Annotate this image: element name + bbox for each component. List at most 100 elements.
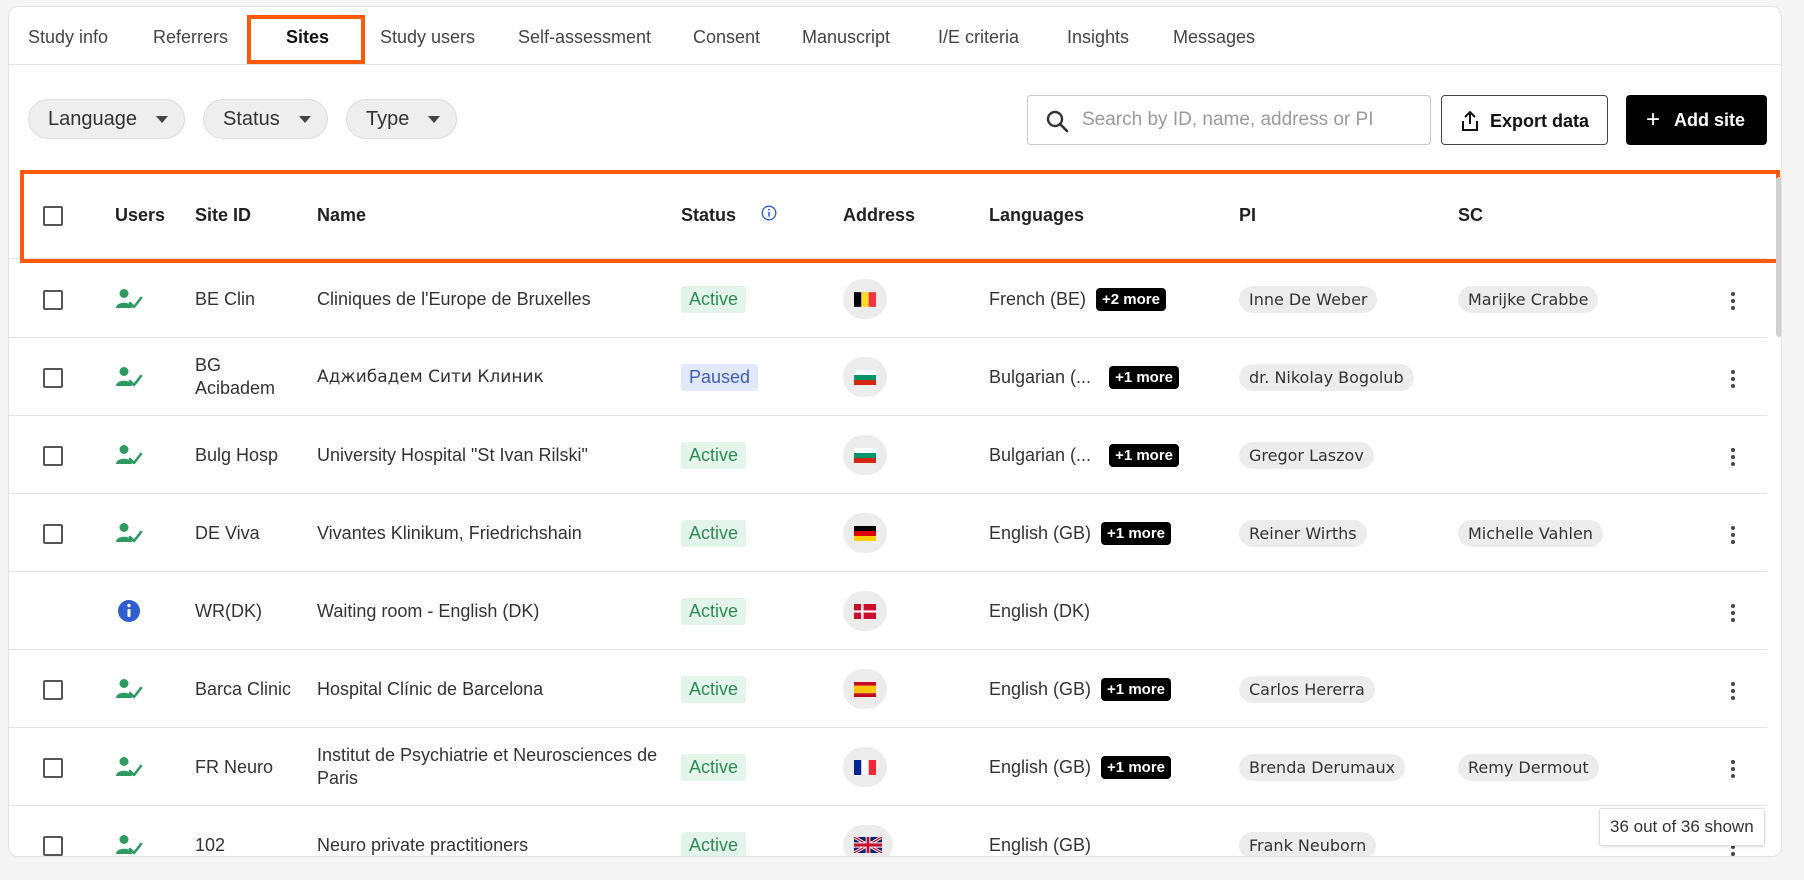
address-flag[interactable] — [843, 513, 887, 553]
pi-chip[interactable]: Brenda Derumaux — [1239, 753, 1406, 781]
sites-tab-highlight-box — [247, 15, 365, 64]
tab-messages[interactable]: Messages — [1173, 7, 1255, 65]
sc-chip[interactable]: Marijke Crabbe — [1458, 285, 1599, 313]
address-flag[interactable] — [843, 825, 893, 856]
sc-chip[interactable]: Michelle Vahlen — [1458, 519, 1603, 547]
user-check-icon — [116, 679, 143, 699]
address-flag[interactable] — [843, 747, 887, 787]
row-menu-icon[interactable] — [1723, 758, 1743, 778]
flag-bg-icon — [854, 447, 876, 463]
pi-chip[interactable]: Gregor Laszov — [1239, 441, 1374, 469]
site-id: 102 — [195, 834, 226, 855]
row-checkbox[interactable] — [43, 446, 63, 466]
language-filter[interactable]: Language — [28, 99, 185, 139]
address-flag[interactable] — [843, 591, 887, 631]
pi-chip[interactable]: dr. Nikolay Bogolub — [1239, 363, 1414, 391]
user-check-icon — [116, 757, 143, 777]
site-name: Waiting room - English (DK) — [317, 600, 540, 621]
language-label: English (DK) — [989, 600, 1091, 621]
table-row[interactable]: Bulg Hosp University Hospital "St Ivan R… — [9, 416, 1767, 494]
row-menu-icon[interactable] — [1723, 290, 1743, 310]
site-name: Institut de Psychiatrie et Neurosciences… — [317, 745, 658, 788]
table-header-highlight-box — [20, 170, 1780, 263]
flag-gb-icon — [854, 837, 882, 853]
row-menu-icon[interactable] — [1723, 368, 1743, 388]
status-badge: Active — [681, 831, 747, 856]
row-checkbox[interactable] — [43, 836, 63, 856]
tab-consent[interactable]: Consent — [693, 7, 760, 65]
site-name: Hospital Clínic de Barcelona — [317, 678, 544, 699]
more-languages-badge[interactable]: +2 more — [1096, 287, 1166, 311]
tab-referrers[interactable]: Referrers — [153, 7, 228, 65]
search-icon — [1046, 110, 1069, 133]
language-label: English (GB) — [989, 756, 1092, 777]
tab-insights[interactable]: Insights — [1067, 7, 1129, 65]
pi-chip[interactable]: Inne De Weber — [1239, 285, 1378, 313]
table-scrollbar[interactable] — [1776, 177, 1781, 337]
site-id: BE Clin — [195, 288, 256, 309]
address-flag[interactable] — [843, 435, 887, 475]
address-flag[interactable] — [843, 279, 887, 319]
flag-bg-icon — [854, 369, 876, 385]
info-icon[interactable] — [117, 599, 141, 623]
table-row[interactable]: WR(DK) Waiting room - English (DK) Activ… — [9, 572, 1767, 650]
tab-study-users[interactable]: Study users — [380, 7, 475, 65]
more-languages-badge[interactable]: +1 more — [1109, 365, 1180, 389]
tab-ie-criteria[interactable]: I/E criteria — [938, 7, 1019, 65]
export-data-label: Export data — [1490, 111, 1590, 131]
address-flag[interactable] — [843, 357, 887, 397]
table-row[interactable]: DE Viva Vivantes Klinikum, Friedrichshai… — [9, 494, 1767, 572]
language-label: English (GB) — [989, 834, 1092, 855]
type-filter[interactable]: Type — [346, 99, 457, 139]
status-badge: Paused — [681, 363, 759, 391]
site-id: Barca Clinic — [195, 678, 292, 699]
more-languages-badge[interactable]: +1 more — [1101, 677, 1171, 701]
user-check-icon — [116, 289, 143, 309]
row-checkbox[interactable] — [43, 524, 63, 544]
flag-es-icon — [854, 681, 876, 697]
tab-study-info[interactable]: Study info — [28, 7, 108, 65]
more-languages-badge[interactable]: +1 more — [1109, 443, 1180, 467]
add-site-label: Add site — [1674, 110, 1746, 130]
search-box[interactable] — [1027, 95, 1431, 145]
row-checkbox[interactable] — [43, 368, 63, 388]
address-flag[interactable] — [843, 669, 887, 709]
table-row[interactable]: Barca Clinic Hospital Clínic de Barcelon… — [9, 650, 1767, 728]
row-menu-icon[interactable] — [1723, 680, 1743, 700]
pi-chip[interactable]: Frank Neuborn — [1239, 831, 1377, 856]
language-label: Bulgarian (... — [989, 444, 1092, 465]
row-menu-icon[interactable] — [1723, 602, 1743, 622]
site-id: Bulg Hosp — [195, 444, 279, 465]
row-menu-icon[interactable] — [1723, 446, 1743, 466]
user-check-icon — [116, 835, 143, 855]
row-menu-icon[interactable] — [1723, 524, 1743, 544]
plus-icon: + — [1646, 106, 1661, 133]
table-row[interactable]: BE Clin Cliniques de l'Europe de Bruxell… — [9, 260, 1767, 338]
site-name: Vivantes Klinikum, Friedrichshain — [317, 522, 582, 543]
tab-manuscript[interactable]: Manuscript — [802, 7, 890, 65]
flag-de-icon — [854, 525, 876, 541]
table-row[interactable]: 102 Neuro private practitioners Active E… — [9, 806, 1767, 856]
site-name: University Hospital "St Ivan Rilski" — [317, 444, 588, 465]
table-row[interactable]: BG Acibadem Аджибадем Сити Клиник Paused… — [9, 338, 1767, 416]
row-checkbox[interactable] — [43, 680, 63, 700]
sc-chip[interactable]: Remy Dermout — [1458, 753, 1599, 781]
status-filter[interactable]: Status — [203, 99, 328, 139]
pi-chip[interactable]: Reiner Wirths — [1239, 519, 1367, 547]
search-input[interactable] — [1082, 104, 1412, 136]
row-checkbox[interactable] — [43, 290, 63, 310]
more-languages-badge[interactable]: +1 more — [1101, 521, 1171, 545]
add-site-button[interactable]: + Add site — [1626, 95, 1767, 145]
row-checkbox[interactable] — [43, 758, 63, 778]
language-filter-label: Language — [48, 108, 137, 130]
site-id: DE Viva — [195, 522, 260, 543]
flag-be-icon — [854, 291, 876, 307]
tab-self-assessment[interactable]: Self-assessment — [518, 7, 651, 65]
more-languages-badge[interactable]: +1 more — [1101, 755, 1171, 779]
table-row[interactable]: FR Neuro Institut de Psychiatrie et Neur… — [9, 728, 1767, 806]
sites-panel: Study info Referrers Sites Study users S… — [8, 6, 1782, 857]
pi-chip[interactable]: Carlos Hererra — [1239, 675, 1375, 703]
site-name: Аджибадем Сити Клиник — [317, 367, 544, 387]
export-data-button[interactable]: Export data — [1441, 95, 1608, 145]
chevron-down-icon — [156, 116, 168, 123]
